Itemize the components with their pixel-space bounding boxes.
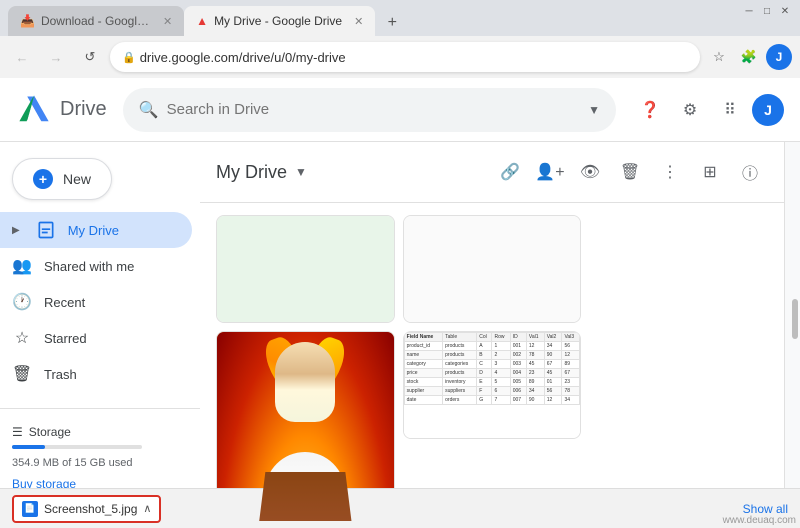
sidebar-item-starred[interactable]: ☆ Starred [0, 320, 192, 356]
close-button[interactable]: ✕ [778, 4, 792, 18]
new-button[interactable]: + New [12, 158, 112, 200]
sidebar-item-trash[interactable]: 🗑 Trash [0, 356, 192, 392]
shared-icon: 👥 [12, 256, 32, 276]
sidebar-item-my-drive[interactable]: ▶ My Drive [0, 212, 192, 248]
watermark: www.deuaq.com [719, 513, 800, 528]
storage-label: Storage [29, 425, 71, 439]
file-thumb-monthly-basis [217, 216, 394, 323]
link-button[interactable]: 🔗 [492, 154, 528, 190]
sidebar-recent-label: Recent [44, 295, 85, 310]
search-input[interactable] [167, 101, 581, 118]
storage-bar-background [12, 445, 142, 449]
apps-button[interactable]: ⠿ [712, 92, 748, 128]
sidebar-starred-label: Starred [44, 331, 87, 346]
title-dropdown-icon[interactable]: ▼ [295, 165, 307, 179]
sidebar-item-shared[interactable]: 👥 Shared with me [0, 248, 192, 284]
new-tab-button[interactable]: + [379, 10, 405, 36]
add-person-button[interactable]: 👤+ [532, 154, 568, 190]
tab-close-mydrive[interactable]: ✕ [354, 15, 363, 28]
browser-tab-download[interactable]: 📥 Download - Google Drive ✕ [8, 6, 184, 36]
help-button[interactable]: ❓ [632, 92, 668, 128]
browser-profile-avatar[interactable]: J [766, 44, 792, 70]
my-drive-icon [36, 220, 56, 240]
right-panel [784, 142, 800, 528]
new-plus-icon: + [33, 169, 53, 189]
starred-icon: ☆ [12, 328, 32, 348]
storage-bar-fill [12, 445, 45, 449]
extension-icon[interactable]: 🧩 [736, 44, 762, 70]
address-text: drive.google.com/drive/u/0/my-drive [140, 50, 346, 65]
sidebar-trash-label: Trash [44, 367, 77, 382]
storage-used-text: 354.9 MB of 15 GB used [12, 457, 132, 469]
file-thumb-spreadsheet: Field Name Table Col Row ID Val1 Val2 Va… [404, 332, 581, 439]
tab-title-mydrive: My Drive - Google Drive [214, 14, 342, 28]
more-options-button[interactable]: ⋮ [652, 154, 688, 190]
sidebar: + New ▶ My Drive 👥 Shared with me [0, 142, 200, 528]
content-title: My Drive [216, 162, 287, 183]
trash-icon: 🗑 [12, 364, 32, 384]
minimize-button[interactable]: ─ [742, 4, 756, 18]
lock-icon: 🔒 [122, 51, 136, 64]
recent-icon: 🕐 [12, 292, 32, 312]
sidebar-my-drive-label: My Drive [68, 223, 119, 238]
download-bar: 📄 Screenshot_5.jpg ∧ Show all [0, 488, 800, 528]
download-item[interactable]: 📄 Screenshot_5.jpg ∧ [12, 495, 161, 523]
file-thumb-s-rar [404, 216, 581, 323]
tab-favicon-download: 📥 [20, 14, 35, 28]
download-file-name: Screenshot_5.jpg [44, 502, 137, 516]
tab-close-download[interactable]: ✕ [163, 15, 172, 28]
reload-button[interactable]: ↺ [76, 43, 104, 71]
search-icon: 🔍 [139, 100, 159, 120]
search-bar[interactable]: 🔍 ▼ [123, 88, 616, 132]
storage-section: ☰ Storage 354.9 MB of 15 GB used [0, 417, 200, 473]
delete-button[interactable]: 🗑 [612, 154, 648, 190]
scrollbar-thumb[interactable] [792, 299, 798, 339]
sidebar-arrow-icon: ▶ [12, 225, 20, 236]
preview-button[interactable]: 👁 [572, 154, 608, 190]
new-button-label: New [63, 171, 91, 187]
sidebar-shared-label: Shared with me [44, 259, 134, 274]
file-grid: + Monthly Basis ≡ S.rar [200, 203, 784, 528]
content-actions: 🔗 👤+ 👁 🗑 ⋮ ⊞ ⓘ [492, 154, 768, 190]
download-file-icon: 📄 [22, 501, 38, 517]
maximize-button[interactable]: □ [760, 4, 774, 18]
back-button[interactable]: ← [8, 43, 36, 71]
sidebar-item-recent[interactable]: 🕐 Recent [0, 284, 192, 320]
tab-favicon-mydrive: ▲ [196, 14, 208, 28]
content-area: My Drive ▼ 🔗 👤+ 👁 🗑 ⋮ ⊞ ⓘ [200, 142, 784, 528]
forward-button[interactable]: → [42, 43, 70, 71]
file-card-spreadsheet[interactable]: Field Name Table Col Row ID Val1 Val2 Va… [403, 331, 582, 439]
search-dropdown-icon[interactable]: ▼ [588, 103, 600, 117]
download-chevron-icon[interactable]: ∧ [143, 502, 151, 515]
settings-button[interactable]: ⚙ [672, 92, 708, 128]
drive-logo-icon [16, 92, 52, 128]
browser-tab-mydrive[interactable]: ▲ My Drive - Google Drive ✕ [184, 6, 375, 36]
drive-logo-text: Drive [60, 98, 107, 121]
storage-icon: ☰ [12, 425, 23, 439]
info-button[interactable]: ⓘ [732, 154, 768, 190]
grid-view-button[interactable]: ⊞ [692, 154, 728, 190]
file-card-s-rar[interactable]: ≡ S.rar [403, 215, 582, 323]
drive-logo: Drive [16, 92, 107, 128]
file-card-monthly-basis[interactable]: + Monthly Basis [216, 215, 395, 323]
user-avatar[interactable]: J [752, 94, 784, 126]
bookmark-icon[interactable]: ☆ [706, 44, 732, 70]
address-bar[interactable]: 🔒 drive.google.com/drive/u/0/my-drive [110, 42, 700, 72]
tab-title-download: Download - Google Drive [41, 14, 151, 28]
